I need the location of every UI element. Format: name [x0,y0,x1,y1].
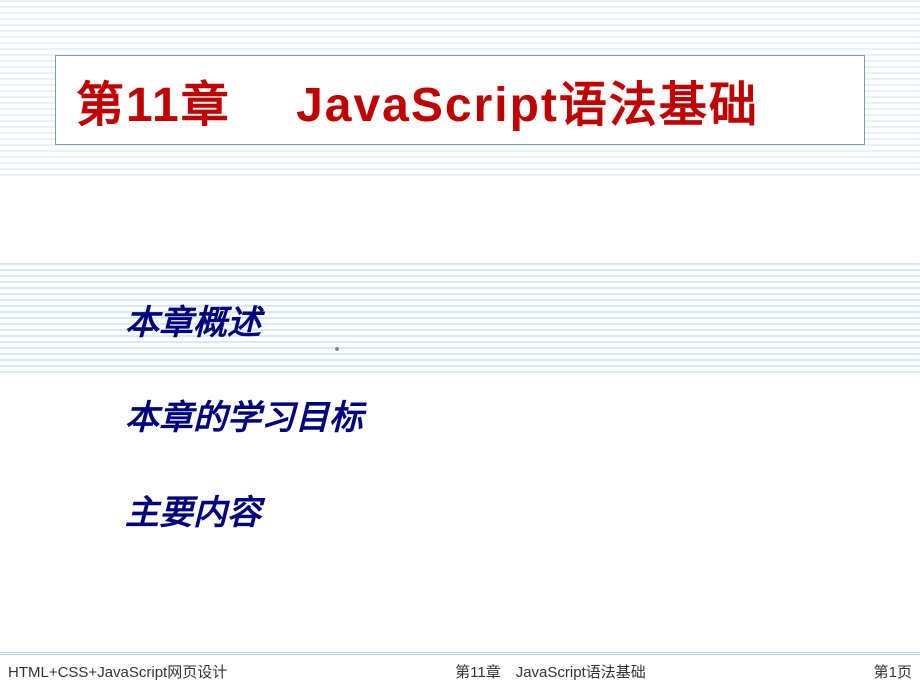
slide-title: 第11章 JavaScript语法基础 [76,65,759,135]
footer-center-text: 第11章 JavaScript语法基础 [455,661,646,682]
content-item-overview: 本章概述 [125,295,261,344]
slide-container: 第11章 JavaScript语法基础 本章概述 本章的学习目标 主要内容 HT… [0,0,920,690]
footer-page-number: 第1页 [874,661,912,682]
decorative-dot [335,347,339,351]
content-item-goals: 本章的学习目标 [125,390,363,439]
title-box: 第11章 JavaScript语法基础 [55,55,865,145]
content-item-main: 主要内容 [125,485,261,534]
footer-divider [0,652,920,655]
footer-left-text: HTML+CSS+JavaScript网页设计 [8,661,227,682]
footer: HTML+CSS+JavaScript网页设计 第11章 JavaScript语… [0,660,920,682]
